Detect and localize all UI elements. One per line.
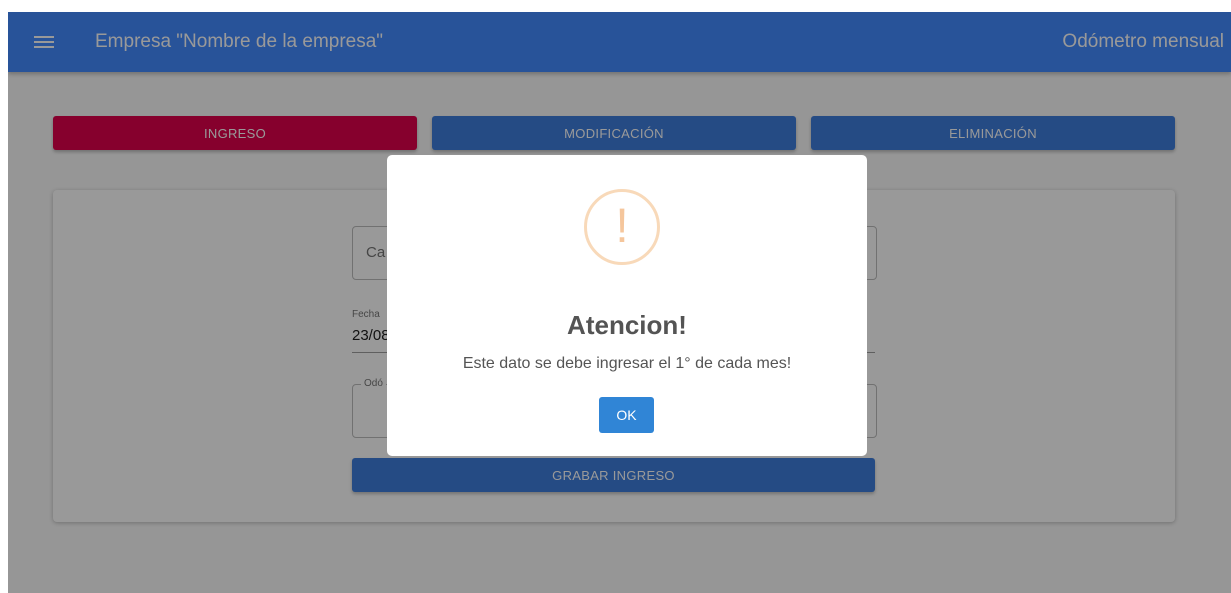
ok-button[interactable]: OK <box>599 397 654 433</box>
warning-icon: ! <box>584 189 660 265</box>
dialog-title: Atencion! <box>567 310 687 340</box>
dialog-message: Este dato se debe ingresar el 1° de cada… <box>462 355 792 372</box>
alert-dialog: ! Atencion! Este dato se debe ingresar e… <box>387 155 867 456</box>
warning-glyph: ! <box>615 200 629 253</box>
page: Empresa "Nombre de la empresa" Odómetro … <box>8 12 1231 593</box>
